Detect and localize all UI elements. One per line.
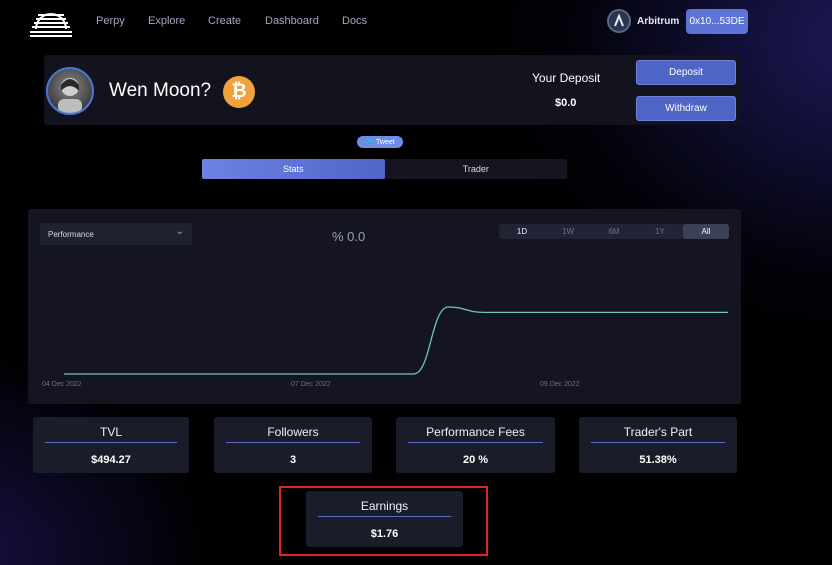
stat-card-followers: Followers 3 <box>214 417 372 473</box>
network-label: Arbitrum <box>637 15 680 27</box>
wallet-address-button[interactable]: 0x10...53DE <box>686 9 748 34</box>
stat-value: 51.38% <box>639 454 677 466</box>
stat-card-performance-fees: Performance Fees 20 % <box>396 417 555 473</box>
nav-link-explore[interactable]: Explore <box>148 15 185 27</box>
range-1y-button[interactable]: 1Y <box>637 224 683 239</box>
stat-divider <box>591 442 725 443</box>
nav-link-dashboard[interactable]: Dashboard <box>265 15 319 27</box>
range-all-button[interactable]: All <box>683 224 729 239</box>
withdraw-button[interactable]: Withdraw <box>636 96 736 121</box>
tweet-label: Tweet <box>376 138 395 146</box>
stat-label: TVL <box>99 425 122 439</box>
x-tick-label: 09 Dec 2022 <box>540 381 580 388</box>
deposit-value: $0.0 <box>555 97 577 109</box>
nav-link-create[interactable]: Create <box>208 15 241 27</box>
stat-value: 20 % <box>462 454 489 466</box>
performance-select-label: Performance <box>48 229 94 239</box>
nav-link-docs[interactable]: Docs <box>342 15 367 27</box>
deposit-button[interactable]: Deposit <box>636 60 736 85</box>
avatar <box>46 67 94 115</box>
stat-card-tvl: TVL $494.27 <box>33 417 189 473</box>
earnings-highlight-box <box>279 486 488 556</box>
stat-label: Followers <box>267 425 319 439</box>
performance-value: % 0.0 <box>332 229 366 244</box>
network-selector[interactable]: Arbitrum <box>607 9 679 33</box>
x-tick-label: 07 Dec 2022 <box>291 381 331 388</box>
chevron-down-icon: ⌄ <box>175 226 184 237</box>
range-1d-button[interactable]: 1D <box>499 224 545 239</box>
stat-value: 3 <box>289 454 297 466</box>
arbitrum-icon <box>607 9 631 33</box>
range-1w-button[interactable]: 1W <box>545 224 591 239</box>
range-6m-button[interactable]: 6M <box>591 224 637 239</box>
tab-stats[interactable]: Stats <box>202 159 385 179</box>
deposit-label: Your Deposit <box>532 71 601 85</box>
time-range-selector: 1D 1W 6M 1Y All <box>499 224 729 239</box>
view-tabs: Stats Trader <box>202 159 567 179</box>
nav-link-perpy[interactable]: Perpy <box>96 15 125 27</box>
perpy-logo[interactable] <box>28 5 74 39</box>
tweet-button[interactable]: 🐦 Tweet <box>357 136 403 148</box>
stat-label: Performance Fees <box>426 425 525 439</box>
twitter-icon: 🐦 <box>365 139 375 146</box>
stat-divider <box>408 442 543 443</box>
stat-divider <box>226 442 360 443</box>
tab-trader[interactable]: Trader <box>385 159 568 179</box>
stat-card-traders-part: Trader's Part 51.38% <box>579 417 737 473</box>
performance-select[interactable]: Performance ⌄ <box>40 223 192 245</box>
performance-line <box>64 306 728 375</box>
stat-label: Trader's Part <box>623 425 693 439</box>
stat-divider <box>45 442 177 443</box>
vault-name: Wen Moon? <box>109 80 212 101</box>
bitcoin-icon: ₿ <box>223 76 255 108</box>
stat-value: $494.27 <box>91 454 131 466</box>
x-tick-label: 04 Dec 2022 <box>42 381 82 388</box>
